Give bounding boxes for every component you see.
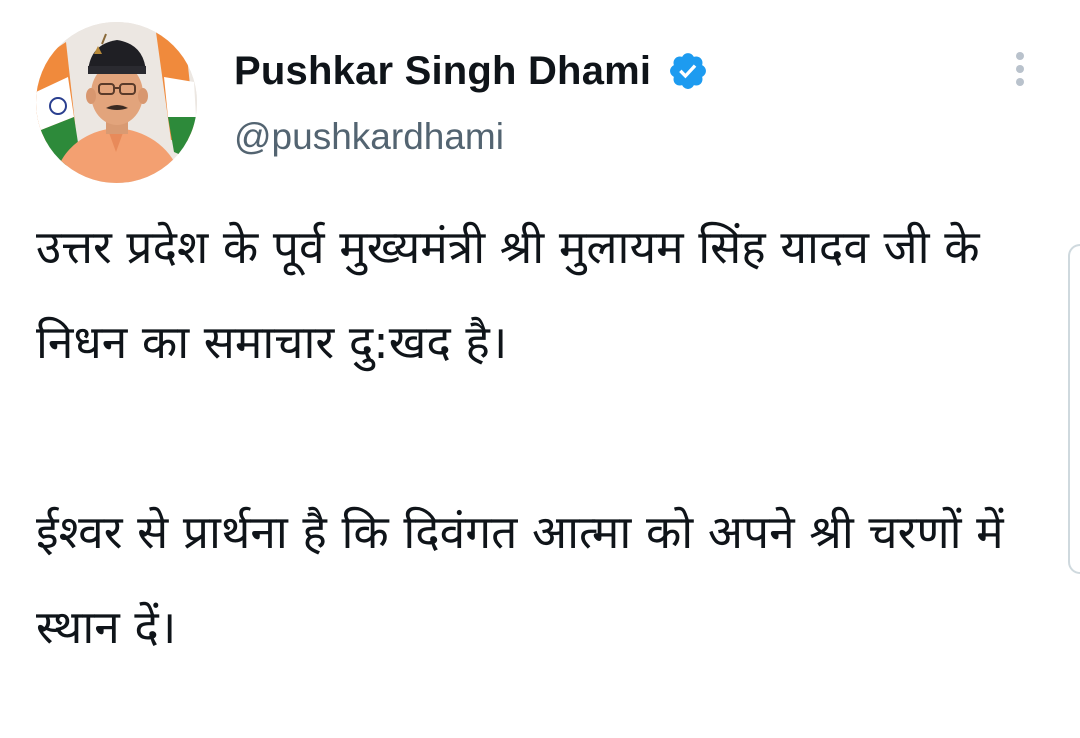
tweet-card: Pushkar Singh Dhami @pushkardhami उत्तर …	[0, 0, 1080, 738]
verified-badge-icon	[667, 50, 709, 92]
scrollbar[interactable]	[1068, 244, 1080, 574]
author-handle[interactable]: @pushkardhami	[234, 112, 504, 162]
author-display-name[interactable]: Pushkar Singh Dhami	[234, 44, 651, 98]
author-name-row[interactable]: Pushkar Singh Dhami	[234, 44, 709, 98]
more-options-button[interactable]	[1004, 48, 1036, 92]
avatar-photo	[36, 22, 197, 183]
author-avatar[interactable]	[36, 22, 197, 183]
tweet-text: उत्तर प्रदेश के पूर्व मुख्यमंत्री श्री म…	[36, 220, 1004, 654]
more-options-vertical-icon	[1016, 52, 1024, 86]
